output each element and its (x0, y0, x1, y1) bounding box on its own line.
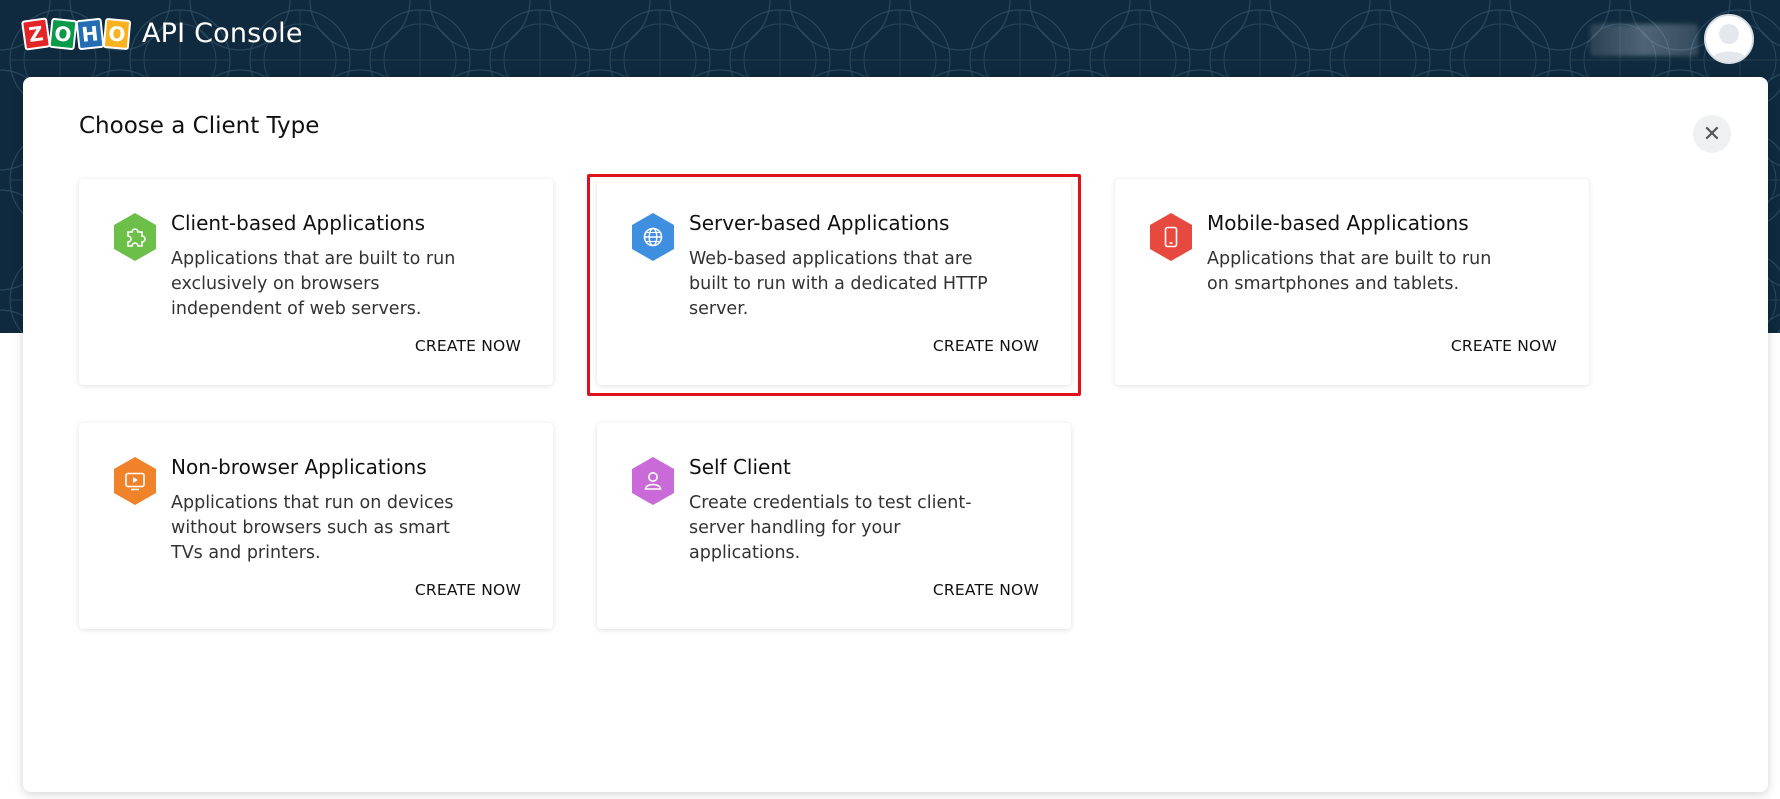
logo-letter: Z (21, 16, 51, 51)
create-now-button[interactable]: CREATE NOW (933, 337, 1039, 355)
create-now-button[interactable]: CREATE NOW (933, 581, 1039, 599)
card-non-browser[interactable]: Non-browser Applications Applications th… (79, 423, 553, 629)
puzzle-icon (114, 213, 156, 261)
card-title: Mobile-based Applications (1207, 211, 1469, 235)
card-title: Server-based Applications (689, 211, 950, 235)
app-title: API Console (142, 18, 303, 49)
card-server-based[interactable]: Server-based Applications Web-based appl… (597, 179, 1071, 385)
create-now-button[interactable]: CREATE NOW (415, 581, 521, 599)
client-type-modal: Choose a Client Type ✕ Client-based Appl… (23, 77, 1768, 792)
top-bar: Z O H O API Console (0, 0, 1780, 74)
card-title: Self Client (689, 455, 791, 479)
logo-letter: O (102, 17, 132, 50)
globe-icon (632, 213, 674, 261)
card-client-based[interactable]: Client-based Applications Applications t… (79, 179, 553, 385)
close-button[interactable]: ✕ (1693, 115, 1731, 153)
card-description: Applications that are built to run on sm… (1207, 249, 1492, 294)
card-mobile-based[interactable]: Mobile-based Applications Applications t… (1115, 179, 1589, 385)
card-description: Applications that run on devices without… (171, 493, 454, 563)
user-name-redacted (1590, 24, 1698, 56)
mobile-icon (1150, 213, 1192, 261)
card-description: Web-based applications that are built to… (689, 249, 988, 319)
card-title: Non-browser Applications (171, 455, 427, 479)
avatar[interactable] (1704, 14, 1754, 64)
card-description: Create credentials to test client-server… (689, 493, 972, 563)
logo-letter: O (48, 17, 78, 50)
zoho-logo[interactable]: Z O H O API Console (21, 16, 303, 51)
close-icon: ✕ (1702, 121, 1722, 147)
modal-title: Choose a Client Type (79, 113, 320, 139)
card-title: Client-based Applications (171, 211, 426, 235)
user-icon (632, 457, 674, 505)
tv-icon (114, 457, 156, 505)
logo-letters: Z O H O (21, 16, 132, 51)
create-now-button[interactable]: CREATE NOW (1451, 337, 1557, 355)
user-avatar-icon (1710, 24, 1748, 62)
logo-letter: H (75, 17, 105, 50)
card-description: Applications that are built to run exclu… (171, 249, 456, 319)
card-self-client[interactable]: Self Client Create credentials to test c… (597, 423, 1071, 629)
create-now-button[interactable]: CREATE NOW (415, 337, 521, 355)
